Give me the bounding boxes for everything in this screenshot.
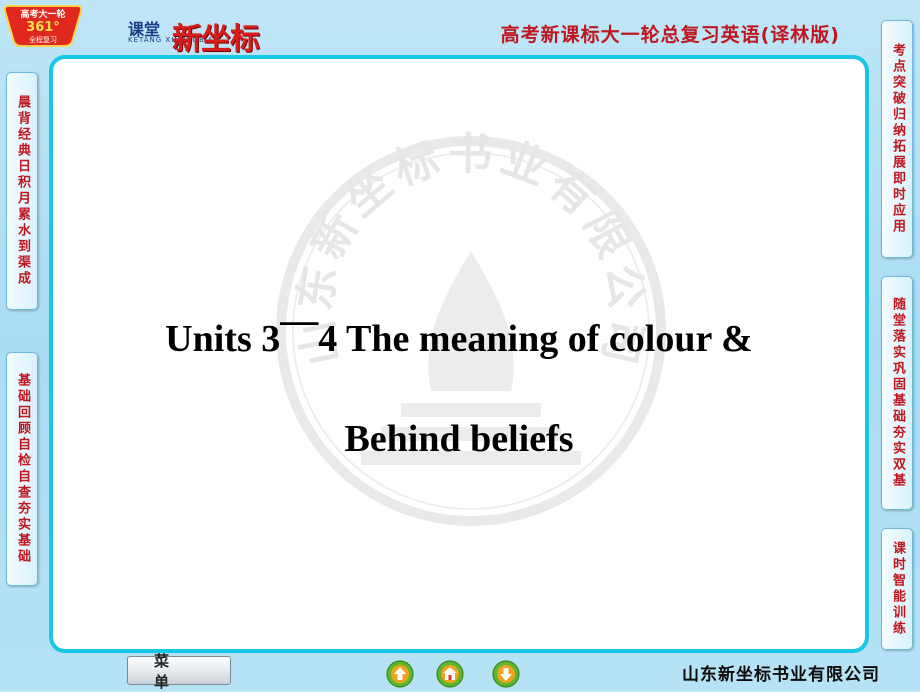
left-tab-label: 基础回顾自检自查夯实基础 [15, 373, 30, 565]
badge-number-text: 361° [26, 20, 60, 35]
badge-bottom-text: 全程复习 [29, 35, 57, 44]
badge-top-text: 高考大一轮 [20, 8, 65, 20]
up-arrow-icon[interactable] [386, 660, 414, 688]
brand-logo: 课堂 KETANG XINZUOBIAO 新坐标 [128, 8, 288, 57]
home-icon[interactable] [436, 660, 464, 688]
slide-title-line2: Behind beliefs [344, 418, 574, 460]
left-tab-morning-reading[interactable]: 晨背经典日积月累水到渠成 [6, 72, 38, 310]
logo-badge: 高考大一轮 361° 全程复习 [3, 5, 83, 47]
right-tab-homework-training[interactable]: 课时智能训练 [881, 528, 913, 650]
left-tab-basic-review[interactable]: 基础回顾自检自查夯实基础 [6, 352, 38, 586]
slide-frame: 山东新坐标书业有限公司 Units 3¯¯4 The meaning of co… [49, 55, 869, 653]
slide-title-line1: Units 3¯¯4 The meaning of colour & [165, 318, 753, 360]
left-tab-label: 晨背经典日积月累水到渠成 [15, 95, 30, 287]
footer-company-name: 山东新坐标书业有限公司 [682, 665, 880, 685]
brand-main-text: 新坐标 [172, 22, 260, 57]
down-arrow-icon[interactable] [492, 660, 520, 688]
right-tab-key-points[interactable]: 考点突破归纳拓展即时应用 [881, 20, 913, 258]
right-tab-label: 考点突破归纳拓展即时应用 [890, 43, 905, 235]
right-tab-in-class-practice[interactable]: 随堂落实巩固基础夯实双基 [881, 276, 913, 510]
header-title: 高考新课标大一轮总复习英语(译林版) [500, 24, 840, 46]
right-tab-label: 课时智能训练 [890, 541, 905, 637]
right-tab-label: 随堂落实巩固基础夯实双基 [890, 297, 905, 489]
menu-button[interactable]: 菜单 [127, 652, 231, 691]
